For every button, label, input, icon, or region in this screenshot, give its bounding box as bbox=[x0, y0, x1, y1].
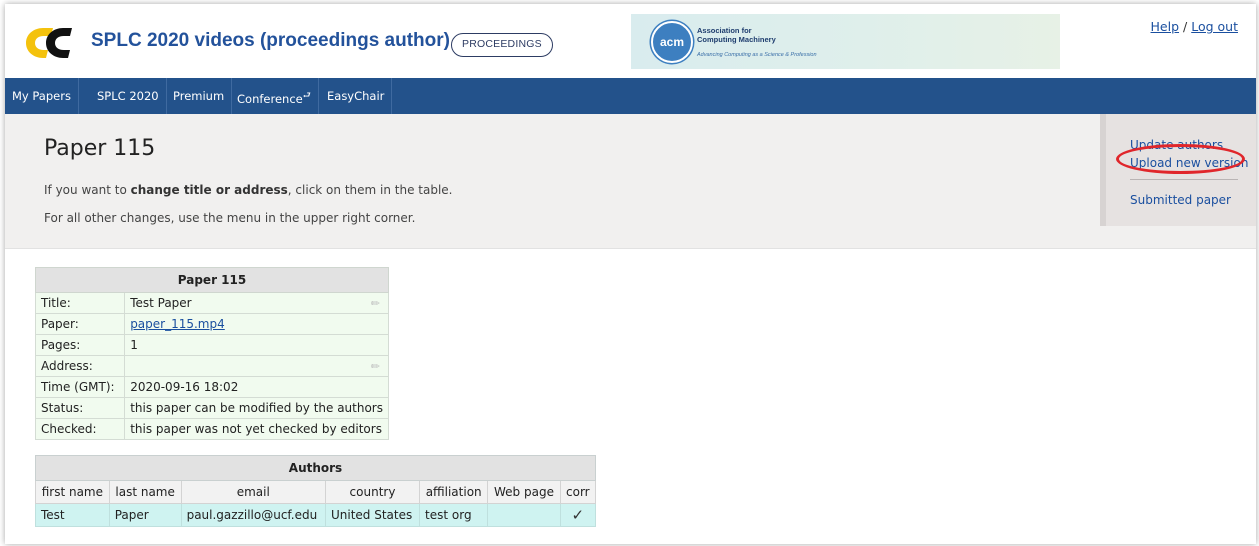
acm-tagline: Advancing Computing as a Science & Profe… bbox=[697, 52, 817, 58]
pages-value: 1 bbox=[124, 334, 389, 356]
checkmark-icon: ✓ bbox=[559, 503, 597, 527]
col-email: email bbox=[180, 480, 326, 504]
paper-file-link[interactable]: paper_115.mp4 bbox=[130, 317, 225, 331]
change-title-note: If you want to change title or address, … bbox=[44, 183, 452, 197]
col-last-name: last name bbox=[108, 480, 182, 504]
col-affiliation: affiliation bbox=[419, 480, 489, 504]
top-links: Help / Log out bbox=[1151, 19, 1238, 34]
pencil-icon[interactable]: ✏ bbox=[371, 360, 380, 373]
pencil-icon[interactable]: ✏ bbox=[371, 297, 380, 310]
note1-pre: If you want to bbox=[44, 183, 131, 197]
col-web-page: Web page bbox=[487, 480, 561, 504]
page-title: Paper 115 bbox=[44, 136, 156, 161]
submitted-paper-link[interactable]: Submitted paper bbox=[1130, 193, 1231, 207]
table-row: Pages: 1 bbox=[34, 334, 389, 356]
author-affiliation: test org bbox=[419, 503, 489, 527]
author-email: paul.gazzillo@ucf.edu bbox=[180, 503, 326, 527]
address-label: Address: bbox=[34, 355, 126, 377]
title-label: Title: bbox=[34, 292, 126, 314]
nav-premium[interactable]: Premium bbox=[166, 78, 233, 114]
table-row[interactable]: Title: Test Paper ✏ bbox=[34, 292, 389, 314]
table-row: Paper: paper_115.mp4 bbox=[34, 313, 389, 335]
highlight-circle bbox=[1116, 144, 1245, 174]
status-label: Status: bbox=[34, 397, 126, 419]
table-row: Time (GMT): 2020-09-16 18:02 bbox=[34, 376, 389, 398]
col-first-name: first name bbox=[35, 480, 110, 504]
acm-name: Association for Computing Machinery bbox=[697, 26, 776, 44]
paper-value: paper_115.mp4 bbox=[124, 313, 389, 335]
author-country: United States bbox=[324, 503, 421, 527]
note1-bold: change title or address bbox=[130, 183, 288, 197]
author-web-page bbox=[487, 503, 561, 527]
help-link[interactable]: Help bbox=[1151, 19, 1180, 34]
nav-splc-2020[interactable]: SPLC 2020 bbox=[90, 78, 167, 114]
main-nav: My Papers SPLC 2020 Premium Conference⮐ … bbox=[5, 78, 1256, 114]
nav-conference[interactable]: Conference⮐ bbox=[230, 78, 319, 114]
table-row[interactable]: Address: ✏ bbox=[34, 355, 389, 377]
acm-banner[interactable]: acm Association for Computing Machinery … bbox=[631, 14, 1060, 69]
nav-my-papers[interactable]: My Papers bbox=[5, 78, 79, 114]
side-menu-divider bbox=[1130, 179, 1238, 180]
top-links-separator: / bbox=[1183, 19, 1188, 34]
author-last-name: Paper bbox=[108, 503, 182, 527]
pages-label: Pages: bbox=[34, 334, 126, 356]
nav-splc-2020-label: SPLC 2020 bbox=[97, 89, 159, 103]
time-value: 2020-09-16 18:02 bbox=[124, 376, 389, 398]
note1-post: , click on them in the table. bbox=[287, 183, 453, 197]
status-value: this paper can be modified by the author… bbox=[124, 397, 389, 419]
header: SPLC 2020 videos (proceedings author) - … bbox=[5, 4, 1256, 78]
nav-conference-label: Conference bbox=[237, 91, 303, 106]
acm-name-line2: Computing Machinery bbox=[697, 35, 776, 44]
col-country: country bbox=[324, 480, 421, 504]
checked-label: Checked: bbox=[34, 418, 126, 440]
proceedings-badge[interactable]: PROCEEDINGS bbox=[451, 33, 553, 57]
easychair-window: SPLC 2020 videos (proceedings author) - … bbox=[5, 4, 1256, 544]
table-row: Status: this paper can be modified by th… bbox=[34, 397, 389, 419]
authors-table-caption: Authors bbox=[35, 455, 596, 481]
other-changes-note: For all other changes, use the menu in t… bbox=[44, 211, 416, 225]
paper-info-table: Paper 115 Title: Test Paper ✏ Paper: pape… bbox=[34, 267, 389, 440]
time-label: Time (GMT): bbox=[34, 376, 126, 398]
acm-logo-icon: acm bbox=[651, 21, 693, 63]
authors-table: Authors first name last name email count… bbox=[35, 455, 597, 527]
paper-label: Paper: bbox=[34, 313, 126, 335]
app-title: SPLC 2020 videos (proceedings author) - bbox=[91, 30, 462, 51]
nav-easychair-label: EasyChair bbox=[327, 89, 385, 103]
col-corr: corr bbox=[559, 480, 597, 504]
title-value-text: Test Paper bbox=[130, 296, 192, 310]
authors-header-row: first name last name email country affil… bbox=[35, 480, 597, 504]
paper-table-caption: Paper 115 bbox=[35, 267, 389, 293]
address-value[interactable]: ✏ bbox=[124, 355, 389, 377]
easychair-logo[interactable] bbox=[24, 24, 74, 62]
logout-link[interactable]: Log out bbox=[1191, 19, 1238, 34]
acm-name-line1: Association for bbox=[697, 26, 752, 35]
checked-value: this paper was not yet checked by editor… bbox=[124, 418, 389, 440]
author-first-name: Test bbox=[35, 503, 110, 527]
nav-my-papers-label: My Papers bbox=[12, 89, 71, 103]
page-intro: Paper 115 If you want to change title or… bbox=[5, 114, 1256, 249]
nav-easychair[interactable]: EasyChair bbox=[320, 78, 393, 114]
table-row: Checked: this paper was not yet checked … bbox=[34, 418, 389, 440]
table-row[interactable]: Test Paper paul.gazzillo@ucf.edu United … bbox=[35, 503, 597, 527]
title-value[interactable]: Test Paper ✏ bbox=[124, 292, 389, 314]
nav-premium-label: Premium bbox=[173, 89, 225, 103]
return-arrow-icon: ⮐ bbox=[302, 91, 311, 101]
